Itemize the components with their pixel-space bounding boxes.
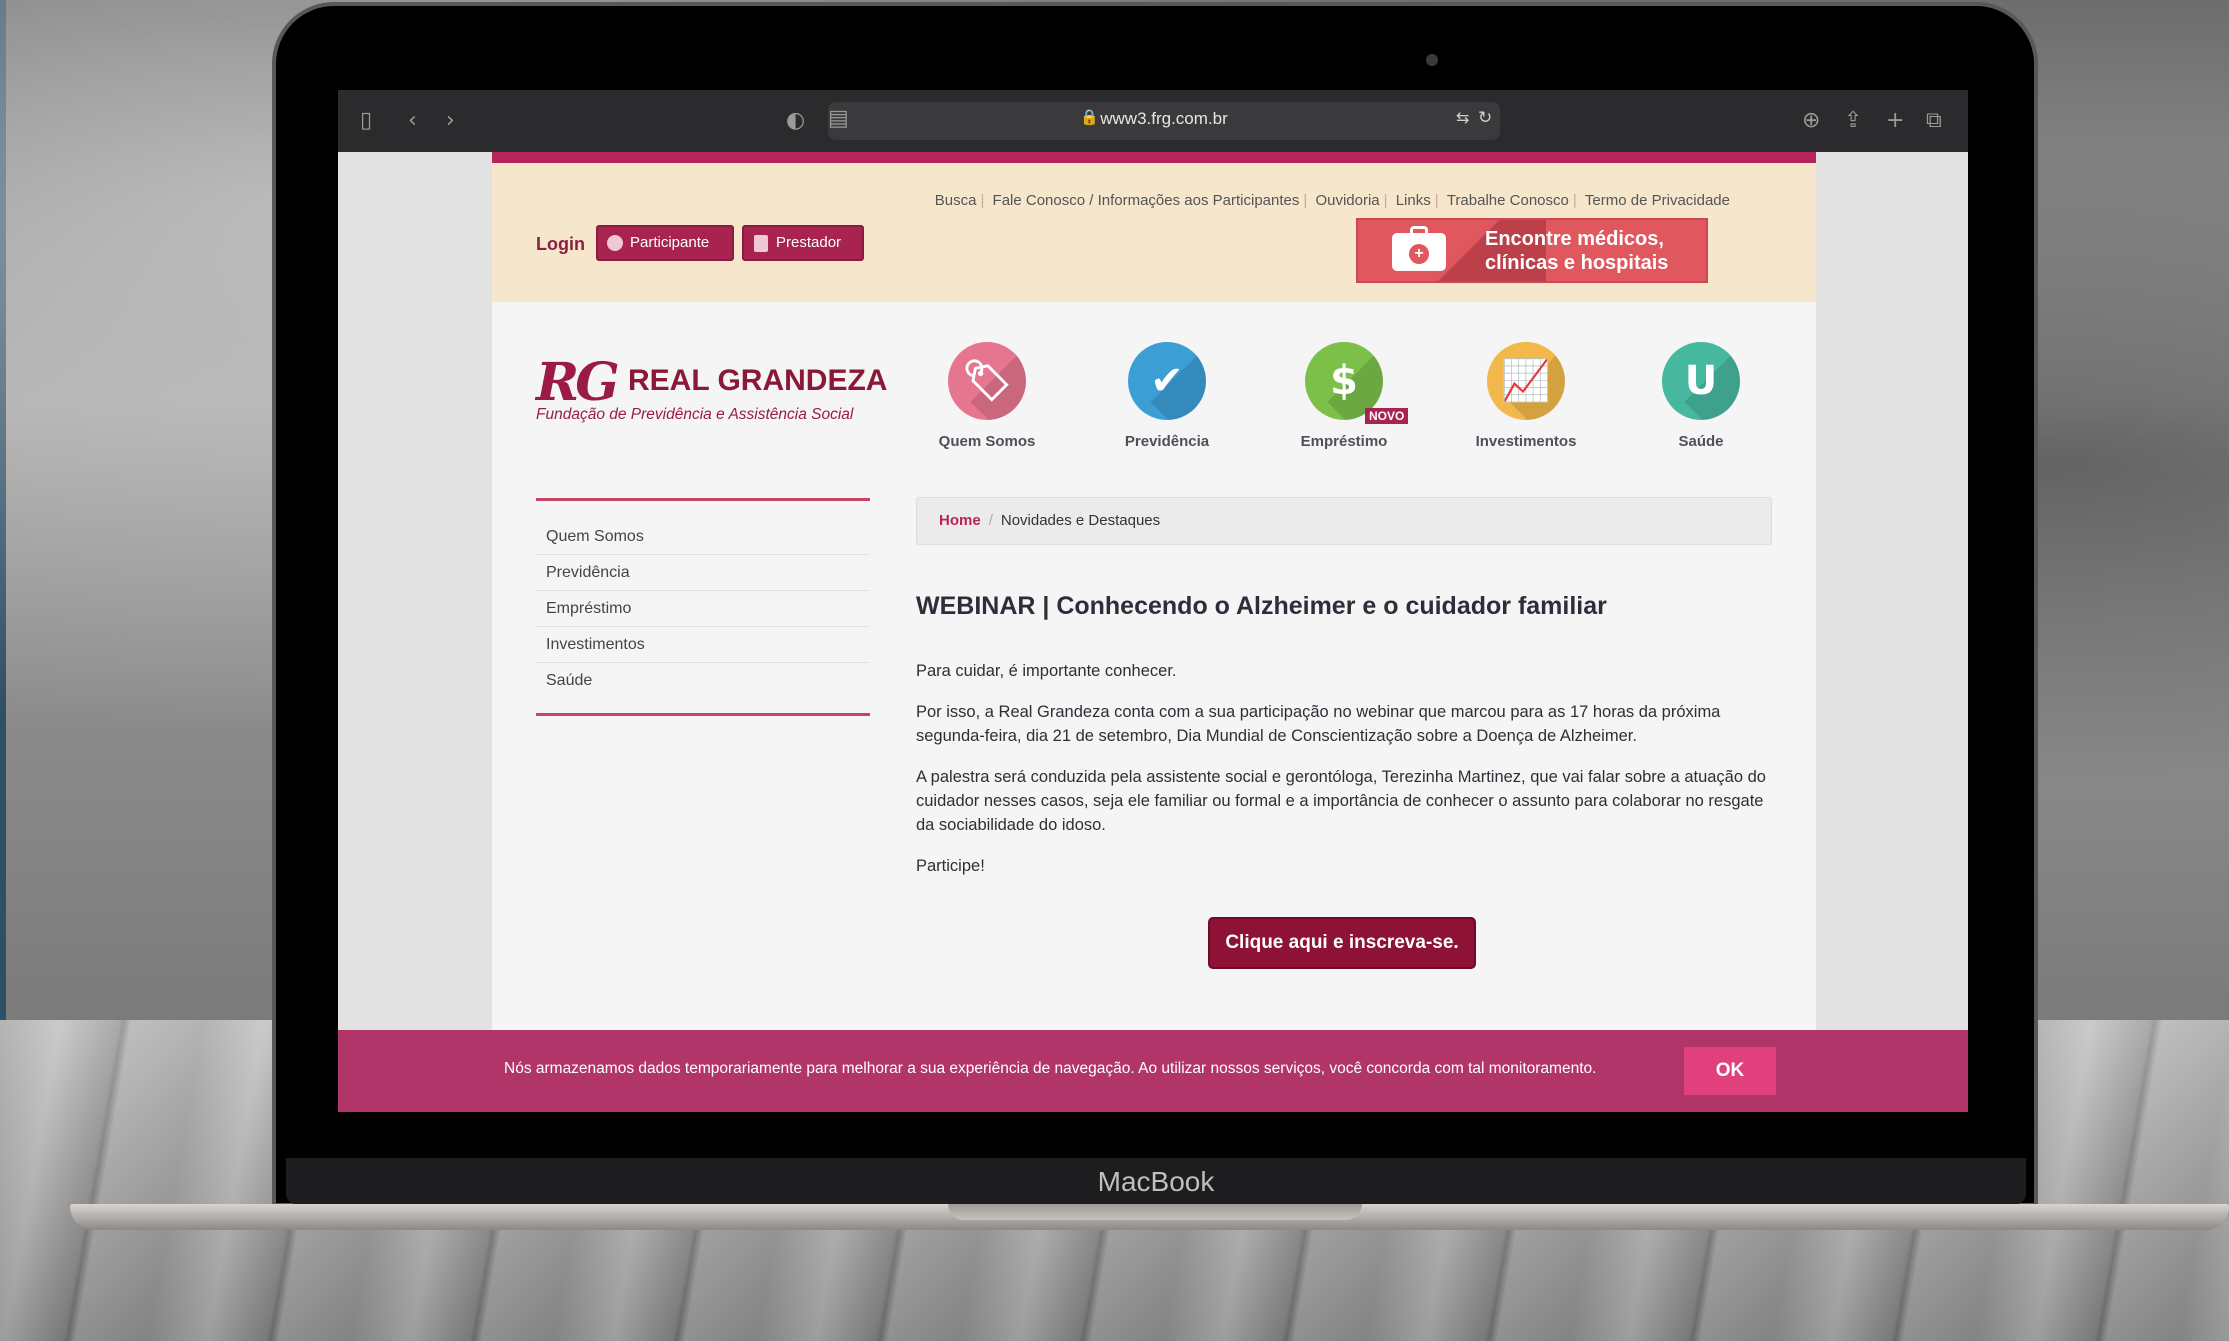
link-ouvidoria[interactable]: Ouvidoria [1315, 192, 1379, 209]
breadcrumb-home[interactable]: Home [939, 512, 981, 529]
link-busca[interactable]: Busca [935, 192, 977, 209]
new-badge: NOVO [1365, 408, 1409, 424]
share-icon[interactable]: ⇪ [1844, 108, 1862, 134]
sidebar-item-quem-somos[interactable]: Quem Somos [536, 519, 870, 555]
link-termo-privacidade[interactable]: Termo de Privacidade [1585, 192, 1730, 209]
back-icon[interactable]: ‹ [408, 108, 417, 134]
user-icon [607, 235, 623, 251]
sidebar-item-previdencia[interactable]: Previdência [536, 555, 870, 591]
sidebar-item-investimentos[interactable]: Investimentos [536, 627, 870, 663]
login-label: Login [536, 234, 585, 254]
clipboard-icon: ✔ [1128, 342, 1206, 420]
shield-icon[interactable]: ◐ [786, 108, 805, 134]
prestador-button[interactable]: Prestador [742, 225, 864, 261]
breadcrumb-current: Novidades e Destaques [1000, 512, 1161, 529]
article-title: WEBINAR | Conhecendo o Alzheimer e o cui… [916, 592, 1607, 620]
download-icon[interactable]: ⊕ [1802, 108, 1820, 134]
article-paragraph-2: Por isso, a Real Grandeza conta com a su… [916, 703, 1721, 745]
plus-icon[interactable]: + [1886, 108, 1904, 134]
logo-name: REAL GRANDEZA [628, 364, 888, 397]
nav-saude[interactable]: U Saúde [1626, 342, 1776, 450]
stethoscope-icon: U [1662, 342, 1740, 420]
link-fale-conosco[interactable]: Fale Conosco / Informações aos Participa… [993, 192, 1300, 209]
laptop-chin: MacBook [286, 1158, 2026, 1204]
browser-toolbar: ▯ ‹ › ◐ 🔒 www3.frg.com.br ⇆ ↻ ▤ ⊕ ⇪ + ⧉ [338, 90, 1968, 152]
breadcrumb: Home / Novidades e Destaques [916, 497, 1772, 545]
main-nav: 🏷 Quem Somos ✔ Previdência $ NOVO Emprés… [912, 342, 1792, 462]
nav-emprestimo[interactable]: $ NOVO Empréstimo [1269, 342, 1419, 450]
tabs-icon[interactable]: ⧉ [1926, 108, 1942, 134]
link-links[interactable]: Links [1396, 192, 1431, 209]
chart-icon: 📈 [1487, 342, 1565, 420]
nav-quem-somos[interactable]: 🏷 Quem Somos [912, 342, 1062, 450]
logo-subtitle: Fundação de Previdência e Assistência So… [536, 406, 854, 423]
banner-line-1: Encontre médicos, [1485, 228, 1664, 250]
nav-previdencia[interactable]: ✔ Previdência [1092, 342, 1242, 450]
utility-links: Busca | Fale Conosco / Informações aos Pa… [934, 192, 1730, 209]
sidebar-item-saude[interactable]: Saúde [536, 663, 870, 699]
logo[interactable]: RG REAL GRANDEZA Fundação de Previdência… [536, 352, 887, 442]
tag-icon: 🏷 [948, 342, 1026, 420]
reload-icon[interactable]: ↻ [1478, 108, 1492, 128]
link-trabalhe-conosco[interactable]: Trabalhe Conosco [1447, 192, 1569, 209]
article-paragraph-4: Participe! [916, 857, 985, 875]
screen: ▯ ‹ › ◐ 🔒 www3.frg.com.br ⇆ ↻ ▤ ⊕ ⇪ + ⧉ … [338, 90, 1968, 1112]
sidebar-menu: Quem Somos Previdência Empréstimo Invest… [536, 498, 870, 716]
brand-label: MacBook [1097, 1166, 1215, 1197]
camera [1426, 54, 1438, 66]
url-text: www3.frg.com.br [1100, 109, 1228, 128]
badge-icon [754, 235, 768, 252]
cookie-banner: Nós armazenamos dados temporariamente pa… [338, 1030, 1968, 1112]
laptop-notch [948, 1204, 1362, 1220]
find-doctors-banner[interactable]: + Encontre médicos, clínicas e hospitais [1356, 218, 1708, 283]
top-bar: Busca | Fale Conosco / Informações aos Pa… [492, 152, 1816, 302]
article: WEBINAR | Conhecendo o Alzheimer e o cui… [916, 592, 1786, 895]
medical-kit-icon: + [1392, 226, 1446, 271]
sidebar-item-emprestimo[interactable]: Empréstimo [536, 591, 870, 627]
cookie-text: Nós armazenamos dados temporariamente pa… [504, 1060, 1597, 1077]
address-bar[interactable]: 🔒 www3.frg.com.br ⇆ ↻ [828, 102, 1500, 140]
translate-icon[interactable]: ⇆ [1456, 108, 1469, 127]
reader-icon[interactable]: ▤ [828, 106, 849, 132]
article-paragraph-1: Para cuidar, é importante conhecer. [916, 662, 1177, 680]
article-paragraph-3: A palestra será conduzida pela assistent… [916, 768, 1766, 834]
cookie-ok-button[interactable]: OK [1684, 1047, 1776, 1095]
sidebar-icon[interactable]: ▯ [360, 108, 372, 134]
nav-investimentos[interactable]: 📈 Investimentos [1451, 342, 1601, 450]
forward-icon[interactable]: › [446, 108, 455, 134]
participante-button[interactable]: Participante [596, 225, 734, 261]
banner-line-2: clínicas e hospitais [1485, 252, 1669, 274]
subscribe-button[interactable]: Clique aqui e inscreva-se. [1208, 917, 1476, 969]
logo-mark: RG [536, 352, 620, 413]
website: Busca | Fale Conosco / Informações aos Pa… [492, 152, 1816, 1112]
